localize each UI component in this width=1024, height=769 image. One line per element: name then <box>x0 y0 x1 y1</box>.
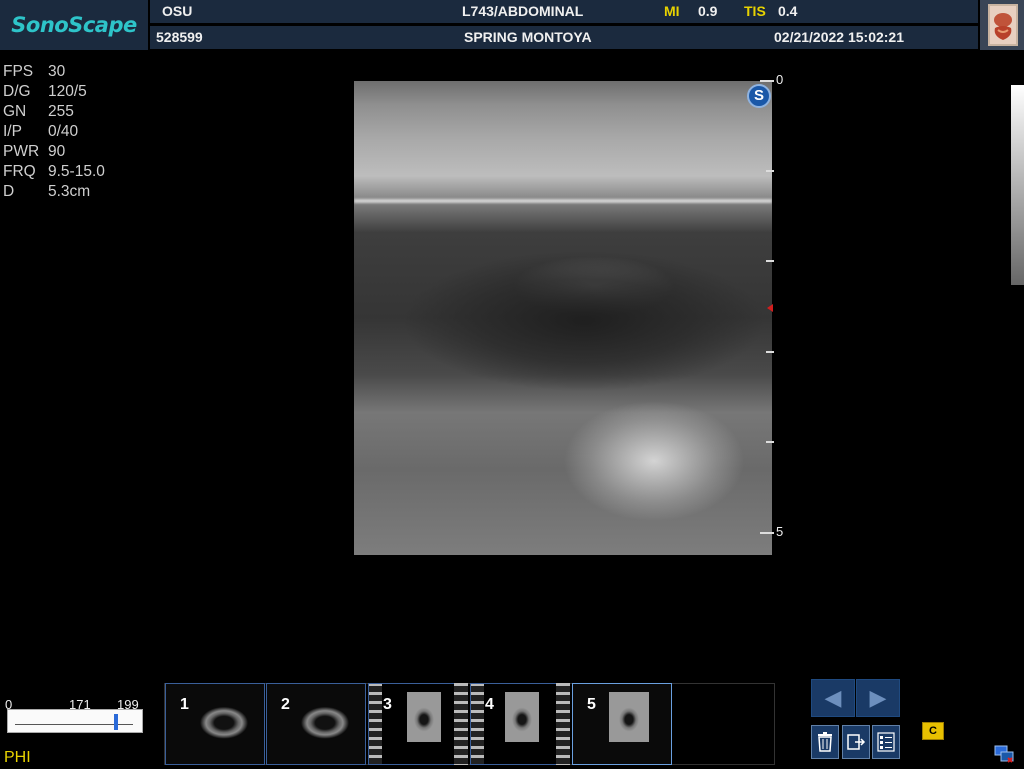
depth-tick <box>766 260 774 262</box>
tis-label: TIS <box>744 3 766 19</box>
mi-value: 0.9 <box>698 3 718 19</box>
thumbnail-image <box>609 692 649 742</box>
exam-datetime: 02/21/2022 15:02:21 <box>774 29 904 45</box>
depth-label-bottom: 5 <box>776 524 784 539</box>
param-value: 0/40 <box>48 123 79 140</box>
depth-tick <box>766 170 774 172</box>
focus-marker-icon[interactable] <box>767 304 773 312</box>
param-value: 90 <box>48 143 66 160</box>
ultrasound-image[interactable] <box>354 81 772 555</box>
depth-label-top: 0 <box>776 72 784 87</box>
patient-name[interactable]: SPRING MONTOYA <box>464 29 592 45</box>
param-row: FPS 30 <box>3 62 105 82</box>
network-icon <box>994 744 1014 764</box>
anatomy-menu-icon[interactable] <box>988 4 1018 46</box>
film-strip-icon <box>454 683 468 765</box>
checklist-button[interactable] <box>872 725 900 759</box>
mode-label: PHI <box>4 749 31 766</box>
param-row: GN 255 <box>3 102 105 122</box>
thumbnail-image <box>188 692 260 748</box>
probe-preset[interactable]: L743/ABDOMINAL <box>462 3 583 19</box>
param-key: PWR <box>3 143 40 160</box>
patient-id[interactable]: 528599 <box>156 29 203 45</box>
param-row: I/P 0/40 <box>3 122 105 142</box>
param-key: D <box>3 183 15 200</box>
thumbnail-number: 5 <box>587 696 596 713</box>
param-row: FRQ 9.5-15.0 <box>3 162 105 182</box>
param-value: 120/5 <box>48 83 87 100</box>
thumbnail-5[interactable]: 5 <box>572 683 672 765</box>
thumbnail-number: 2 <box>281 696 290 713</box>
param-row: D 5.3cm <box>3 182 105 202</box>
imaging-parameters: FPS 30 D/G 120/5 GN 255 I/P 0/40 PWR 90 FRQ 9.… <box>3 62 105 202</box>
chevron-right-icon: ▶ <box>869 685 887 710</box>
export-icon <box>847 734 866 750</box>
param-key: GN <box>3 103 27 120</box>
institution-name: OSU <box>162 3 193 19</box>
s-badge-icon: S <box>747 84 771 108</box>
film-strip-icon <box>556 683 570 765</box>
thumbnail-2[interactable]: 2 <box>266 683 366 765</box>
sonoscape-logo: SonoScape <box>11 13 137 37</box>
depth-tick <box>760 80 774 82</box>
thumbnail-number: 4 <box>485 696 494 713</box>
checklist-icon <box>877 732 895 752</box>
prev-page-button[interactable]: ◀ <box>811 679 855 717</box>
chevron-left-icon: ◀ <box>824 685 842 710</box>
param-row: PWR 90 <box>3 142 105 162</box>
export-button[interactable] <box>842 725 870 759</box>
thumbnail-4[interactable]: 4 <box>470 683 570 765</box>
param-value: 30 <box>48 63 66 80</box>
param-value: 9.5-15.0 <box>48 163 105 180</box>
thumbnail-image <box>289 692 361 748</box>
cine-track[interactable] <box>7 709 143 733</box>
cine-thumb[interactable] <box>114 714 119 730</box>
header-row-1: OSU L743/ABDOMINAL MI 0.9 TIS 0.4 <box>150 0 978 23</box>
thumbnail-number: 3 <box>383 696 392 713</box>
cine-clip-icon[interactable]: C <box>922 722 944 740</box>
cine-slider[interactable]: 0 171 199 <box>3 697 145 741</box>
depth-tick <box>766 441 774 443</box>
thumbnail-1[interactable]: 1 <box>165 683 265 765</box>
param-value: 255 <box>48 103 74 120</box>
tis-value: 0.4 <box>778 3 798 19</box>
param-key: FRQ <box>3 163 36 180</box>
param-key: FPS <box>3 63 34 80</box>
mi-label: MI <box>664 3 680 19</box>
grayscale-bar <box>1011 85 1024 285</box>
thumbnail-image <box>505 692 539 742</box>
anatomy-icon-graphic <box>994 13 1012 40</box>
logo-box: SonoScape <box>0 0 148 50</box>
next-page-button[interactable]: ▶ <box>856 679 900 717</box>
param-key: I/P <box>3 123 22 140</box>
echo-streak <box>354 199 772 203</box>
depth-tick <box>766 351 774 353</box>
delete-button[interactable] <box>811 725 839 759</box>
depth-tick <box>760 532 774 534</box>
trash-icon <box>818 732 832 752</box>
thumbnail-3[interactable]: 3 <box>368 683 468 765</box>
thumbnail-image <box>407 692 441 742</box>
param-value: 5.3cm <box>48 183 91 200</box>
header-row-2: 528599 SPRING MONTOYA 02/21/2022 15:02:2… <box>150 26 978 49</box>
param-key: D/G <box>3 83 31 100</box>
thumbnail-number: 1 <box>180 696 189 713</box>
param-row: D/G 120/5 <box>3 82 105 102</box>
